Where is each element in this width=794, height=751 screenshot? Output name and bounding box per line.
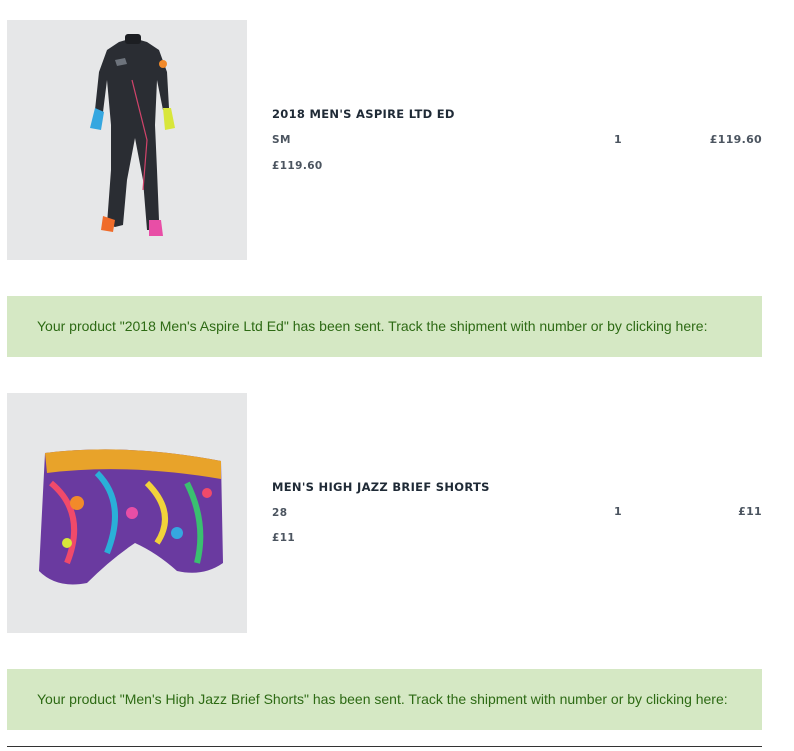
product-total: £11 (738, 505, 762, 518)
product-quantity: 1 (614, 133, 622, 146)
shipment-notice: Your product "2018 Men's Aspire Ltd Ed" … (7, 296, 762, 357)
shipment-notice-text[interactable]: Your product "Men's High Jazz Brief Shor… (37, 691, 728, 707)
product-name[interactable]: 2018 MEN'S ASPIRE LTD ED (272, 107, 455, 121)
product-size: 28 (272, 507, 288, 519)
product-unit-price: £11 (272, 532, 296, 544)
product-quantity: 1 (614, 505, 622, 518)
swim-shorts-image (39, 449, 223, 585)
order-item: MEN'S HIGH JAZZ BRIEF SHORTS 28 £11 1 £1… (7, 393, 762, 633)
shipment-notice-text[interactable]: Your product "2018 Men's Aspire Ltd Ed" … (37, 318, 707, 334)
product-total: £119.60 (709, 133, 762, 146)
order-item: 2018 MEN'S ASPIRE LTD ED SM £119.60 1 £1… (7, 20, 762, 260)
product-name[interactable]: MEN'S HIGH JAZZ BRIEF SHORTS (272, 480, 490, 494)
product-unit-price: £119.60 (272, 160, 323, 172)
shipment-notice: Your product "Men's High Jazz Brief Shor… (7, 669, 762, 730)
divider (7, 746, 762, 747)
product-image-shorts[interactable] (7, 393, 247, 633)
wetsuit-image (90, 34, 175, 236)
product-image-wetsuit[interactable] (7, 20, 247, 260)
product-size: SM (272, 134, 291, 146)
